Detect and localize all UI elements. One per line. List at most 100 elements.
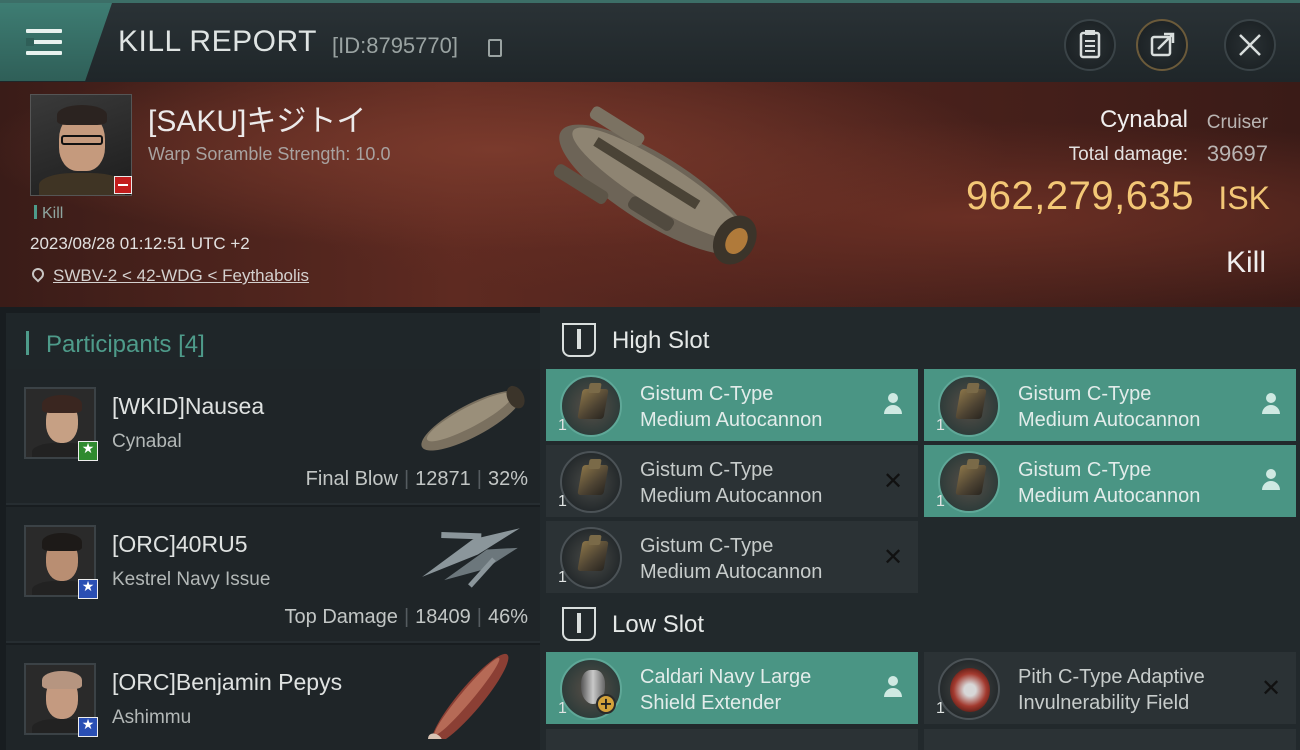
module-quantity: 1: [558, 417, 567, 434]
participant-ship: Cynabal: [112, 431, 182, 452]
damage-percent: 46%: [487, 606, 528, 628]
high-slot-title: High Slot: [612, 327, 710, 354]
module-name-line2: Medium Autocannon: [640, 409, 823, 431]
module-name-line1: Gistum C-Type: [640, 535, 774, 557]
participant-name[interactable]: [ORC]Benjamin Pepys: [112, 669, 342, 696]
clipboard-button[interactable]: [1064, 19, 1116, 71]
menu-button[interactable]: [0, 3, 112, 81]
participant-row[interactable]: ★ [ORC]Benjamin Pepys Ashimmu: [6, 645, 540, 750]
total-damage-value: 39697: [1206, 141, 1268, 166]
participant-stats: Top Damage | 18409 | 46%: [284, 606, 528, 628]
fitting-panel: High Slot 1 Gistum C-Type Medium Autocann…: [540, 307, 1300, 750]
module-name-line2: Medium Autocannon: [1018, 485, 1201, 507]
isk-value: 962,279,635: [966, 174, 1194, 218]
low-slot-icon: [562, 607, 596, 641]
autocannon-icon: [938, 375, 1000, 437]
menu-icon: [26, 29, 62, 55]
module-name-line1: Gistum C-Type: [1018, 383, 1152, 405]
stat-label: Top Damage: [284, 606, 398, 628]
warp-scramble-strength: Warp Soramble Strength: 10.0: [148, 144, 391, 164]
autocannon-icon: [938, 451, 1000, 513]
participant-name[interactable]: [ORC]40RU5: [112, 531, 247, 558]
total-damage-label: Total damage:: [1068, 144, 1188, 165]
participant-ship: Ashimmu: [112, 707, 192, 728]
module-item[interactable]: 1 Gistum C-Type Medium Autocannon: [924, 445, 1296, 517]
module-name-line2: Shield Extender: [640, 692, 782, 714]
dropped-icon: [1260, 469, 1282, 493]
module-item[interactable]: 1 Gistum C-Type Medium Autocannon: [546, 369, 918, 441]
participant-ship-image: [421, 385, 525, 451]
victim-ship-name: Cynabal: [1099, 106, 1188, 133]
destroyed-icon: ✕: [1260, 674, 1282, 702]
autocannon-icon: [560, 527, 622, 589]
module-name-line2: Medium Autocannon: [640, 485, 823, 507]
participant-ship-image: [428, 653, 509, 739]
top-bar: KILL REPORT [ID:8795770]: [0, 0, 1300, 82]
module-name-line1: Gistum C-Type: [640, 383, 774, 405]
module-quantity: 1: [558, 493, 567, 510]
report-id: [ID:8795770]: [332, 33, 458, 58]
autocannon-icon: [560, 375, 622, 437]
participant-stats: Final Blow | 12871 | 32%: [305, 468, 528, 490]
module-quantity: 1: [936, 700, 945, 717]
participants-panel: Participants [4] ★ [WKID]Nausea Cynabal …: [0, 307, 540, 750]
shield-extender-icon: +: [560, 658, 622, 720]
high-slot-icon: [562, 323, 596, 357]
report-type: Kill: [1225, 246, 1266, 279]
standing-badge-icon: ★: [78, 441, 98, 461]
share-icon: [1150, 32, 1175, 57]
dropped-icon: [1260, 393, 1282, 417]
module-quantity: 1: [936, 417, 945, 434]
module-item[interactable]: [546, 729, 918, 750]
low-slot-title: Low Slot: [612, 611, 705, 638]
share-button[interactable]: [1136, 19, 1188, 71]
module-name-line1: Gistum C-Type: [640, 459, 774, 481]
module-name-line2: Medium Autocannon: [640, 561, 823, 583]
participant-name[interactable]: [WKID]Nausea: [112, 393, 264, 420]
stat-label: Final Blow: [305, 468, 398, 490]
high-slot-header: High Slot: [546, 309, 916, 369]
victim-ship-image: [553, 106, 757, 265]
module-name-line2: Invulnerability Field: [1018, 692, 1190, 714]
victim-ship-class: Cruiser: [1206, 112, 1268, 133]
dropped-icon: [882, 676, 904, 700]
damage-percent: 32%: [487, 468, 528, 490]
module-item[interactable]: + 1 Caldari Navy Large Shield Extender: [546, 652, 918, 724]
participant-row[interactable]: ★ [ORC]40RU5 Kestrel Navy Issue Top Dama…: [6, 507, 540, 643]
participants-count: [4]: [178, 331, 205, 358]
location-pin-icon: [29, 265, 47, 283]
kill-timestamp: 2023/08/28 01:12:51 UTC +2: [30, 234, 250, 253]
page-title: KILL REPORT: [118, 25, 317, 58]
damage-value: 12871: [415, 468, 471, 490]
invulnerability-field-icon: [938, 658, 1000, 720]
kill-location-link[interactable]: SWBV-2 < 42-WDG < Feythabolis: [53, 266, 309, 286]
module-item[interactable]: 1 Gistum C-Type Medium Autocannon ✕: [546, 521, 918, 593]
module-quantity: 1: [936, 493, 945, 510]
standing-badge-icon: ★: [78, 579, 98, 599]
standing-badge-icon: ★: [78, 717, 98, 737]
autocannon-icon: [560, 451, 622, 513]
module-item[interactable]: [924, 729, 1296, 750]
module-quantity: 1: [558, 700, 567, 717]
module-name-line1: Gistum C-Type: [1018, 459, 1152, 481]
clipboard-icon: [1079, 30, 1101, 59]
destroyed-icon: ✕: [882, 467, 904, 495]
low-slot-header: Low Slot: [546, 593, 916, 653]
participant-ship: Kestrel Navy Issue: [112, 569, 271, 590]
dropped-icon: [882, 393, 904, 417]
module-name-line1: Pith C-Type Adaptive: [1018, 666, 1205, 688]
participants-header: Participants [4]: [6, 313, 540, 373]
copy-icon[interactable]: [488, 39, 502, 57]
module-item[interactable]: 1 Gistum C-Type Medium Autocannon: [924, 369, 1296, 441]
module-item[interactable]: 1 Gistum C-Type Medium Autocannon ✕: [546, 445, 918, 517]
module-item[interactable]: 1 Pith C-Type Adaptive Invulnerability Fi…: [924, 652, 1296, 724]
destroyed-icon: ✕: [882, 543, 904, 571]
kill-tag: Kill: [34, 205, 63, 223]
damage-value: 18409: [415, 606, 471, 628]
close-button[interactable]: [1224, 19, 1276, 71]
module-name-line1: Caldari Navy Large: [640, 666, 812, 688]
victim-name[interactable]: [SAKU]キジトイ: [148, 96, 366, 140]
participant-row[interactable]: ★ [WKID]Nausea Cynabal Final Blow | 12871 |…: [6, 369, 540, 505]
participant-ship-image: [422, 528, 520, 588]
module-name-line2: Medium Autocannon: [1018, 409, 1201, 431]
